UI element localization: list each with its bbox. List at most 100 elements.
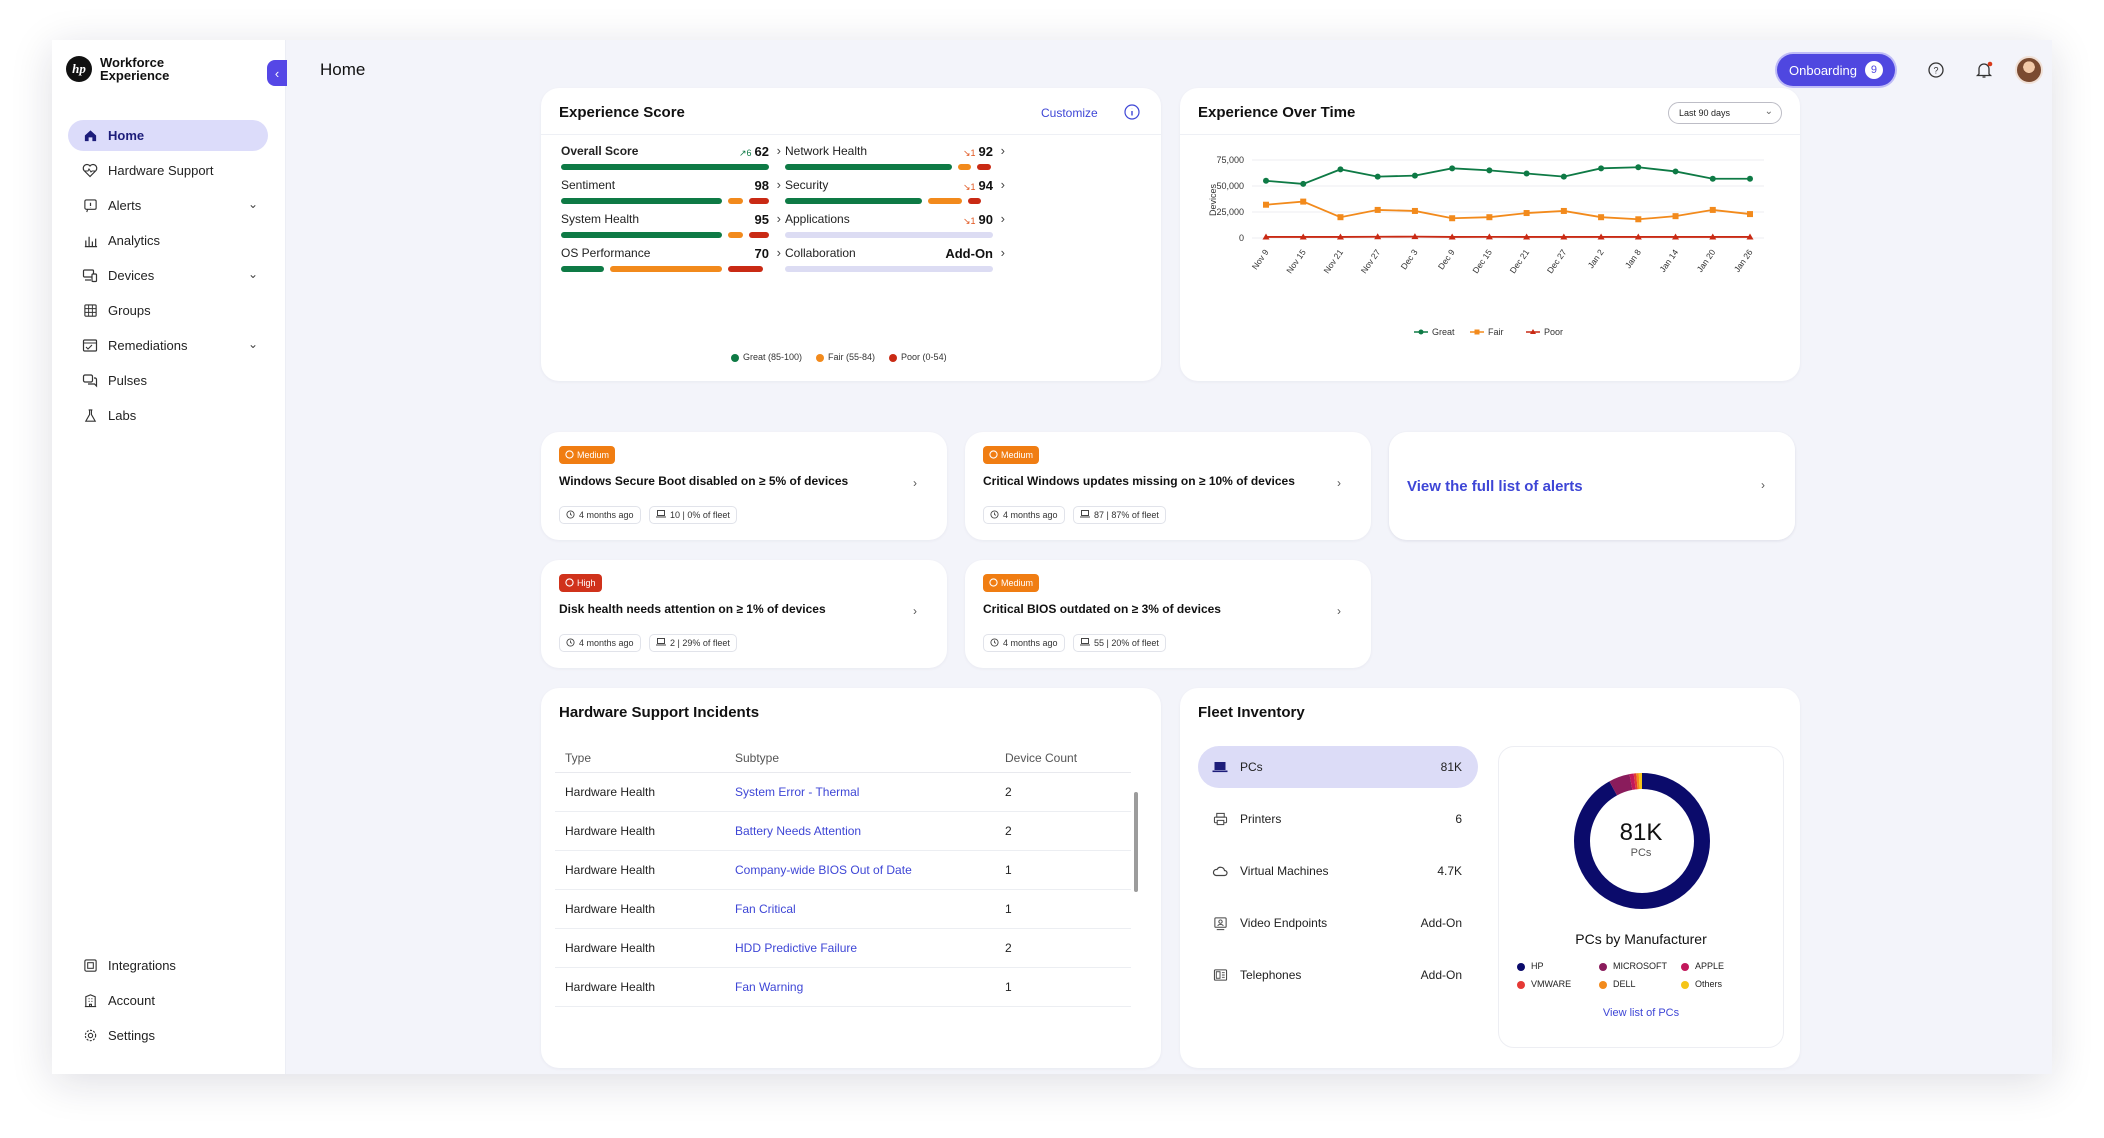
incident-subtype-link[interactable]: Fan Warning <box>725 967 995 1007</box>
collapse-sidebar-button[interactable]: ‹ <box>267 60 287 86</box>
table-row[interactable]: Hardware Health Battery Needs Attention 2 <box>555 811 1131 851</box>
score-metric-os-performance[interactable]: OS Performance 70 › <box>559 245 781 288</box>
chevron-down-icon[interactable]: ⌄ <box>248 267 258 281</box>
info-icon[interactable] <box>1124 104 1140 120</box>
x-tick-label: Dec 27 <box>1545 247 1569 275</box>
chart-legend-label: Fair <box>1488 327 1504 337</box>
column-header[interactable]: Device Count <box>995 744 1131 773</box>
bar-segment <box>727 266 764 272</box>
data-point-fair[interactable] <box>1374 206 1381 213</box>
data-point-great[interactable] <box>1486 167 1493 174</box>
sidebar-item-integrations[interactable]: Integrations <box>68 950 268 981</box>
remediation-icon <box>82 338 98 354</box>
table-row[interactable]: Hardware Health System Error - Thermal 2 <box>555 772 1131 812</box>
y-tick-label: 0 <box>1239 233 1244 243</box>
sidebar-item-alerts[interactable]: Alerts ⌄ <box>68 190 268 221</box>
table-row[interactable]: Hardware Health Company-wide BIOS Out of … <box>555 850 1131 890</box>
sidebar-item-labs[interactable]: Labs <box>68 400 268 431</box>
table-row[interactable]: Hardware Health Fan Warning 1 <box>555 967 1131 1007</box>
sidebar-item-label: Hardware Support <box>108 163 214 178</box>
data-point-fair[interactable] <box>1411 207 1418 214</box>
fleet-item-virtual-machines[interactable]: Virtual Machines 4.7K <box>1198 850 1478 892</box>
devices-icon <box>82 268 98 284</box>
data-point-great[interactable] <box>1560 173 1567 180</box>
data-point-fair[interactable] <box>1523 210 1530 217</box>
data-point-great[interactable] <box>1635 164 1642 171</box>
data-point-great[interactable] <box>1747 175 1753 182</box>
notification-bell-icon[interactable] <box>1974 60 1994 80</box>
alert-card[interactable]: High Disk health needs attention on ≥ 1% … <box>541 560 947 668</box>
view-all-alerts-card[interactable]: View the full list of alerts › <box>1389 432 1795 540</box>
incident-subtype-link[interactable]: Fan Critical <box>725 889 995 929</box>
data-point-fair[interactable] <box>1747 211 1753 218</box>
alert-card[interactable]: Medium Critical Windows updates missing o… <box>965 432 1371 540</box>
view-pcs-link[interactable]: View list of PCs <box>1499 1007 1783 1019</box>
score-metric-collaboration[interactable]: Collaboration Add-On › <box>783 245 1005 288</box>
chevron-down-icon[interactable]: ⌄ <box>248 197 258 211</box>
chevron-down-icon[interactable]: ⌄ <box>248 337 258 351</box>
experience-over-time-title: Experience Over Time <box>1198 104 1356 121</box>
incident-device-count: 1 <box>995 889 1131 929</box>
data-point-great[interactable] <box>1709 175 1716 182</box>
data-point-great[interactable] <box>1374 173 1381 180</box>
sidebar-item-groups[interactable]: Groups <box>68 295 268 326</box>
column-header[interactable]: Type <box>555 744 725 773</box>
data-point-great[interactable] <box>1411 172 1418 179</box>
alert-card[interactable]: Medium Windows Secure Boot disabled on ≥ … <box>541 432 947 540</box>
data-point-fair[interactable] <box>1598 214 1605 221</box>
table-scrollbar[interactable] <box>1134 792 1138 892</box>
data-point-fair[interactable] <box>1263 201 1269 208</box>
data-point-fair[interactable] <box>1337 214 1344 221</box>
sidebar-item-settings[interactable]: Settings <box>68 1020 268 1051</box>
sidebar-item-hardware-support[interactable]: Hardware Support <box>68 155 268 186</box>
table-row[interactable]: Hardware Health Fan Critical 1 <box>555 889 1131 929</box>
data-point-fair[interactable] <box>1300 198 1307 205</box>
fleet-item-telephones[interactable]: Telephones Add-On <box>1198 954 1478 996</box>
data-point-fair[interactable] <box>1709 206 1716 213</box>
help-icon[interactable]: ? <box>1926 60 1946 80</box>
sidebar-item-account[interactable]: Account <box>68 985 268 1016</box>
incident-subtype-link[interactable]: Company-wide BIOS Out of Date <box>725 850 995 890</box>
sidebar-item-analytics[interactable]: Analytics <box>68 225 268 256</box>
sidebar-item-home[interactable]: Home <box>68 120 268 151</box>
fleet-item-value: Add-On <box>1420 916 1462 930</box>
data-point-great[interactable] <box>1672 168 1679 175</box>
metric-value-group: ↗6 62 <box>739 144 769 159</box>
data-point-fair[interactable] <box>1672 213 1679 220</box>
data-point-fair[interactable] <box>1635 216 1642 223</box>
sidebar-item-devices[interactable]: Devices ⌄ <box>68 260 268 291</box>
alert-card[interactable]: Medium Critical BIOS outdated on ≥ 3% of … <box>965 560 1371 668</box>
metric-value: 92 <box>978 144 993 159</box>
data-point-great[interactable] <box>1263 177 1269 184</box>
logo[interactable]: hp Workforce Experience <box>66 56 169 82</box>
column-header[interactable]: Subtype <box>725 744 995 773</box>
data-point-great[interactable] <box>1523 170 1530 177</box>
fleet-item-pcs[interactable]: PCs 81K <box>1198 746 1478 788</box>
user-avatar[interactable] <box>2015 56 2043 84</box>
incident-subtype-link[interactable]: System Error - Thermal <box>725 772 995 812</box>
x-tick-label: Dec 3 <box>1399 247 1420 271</box>
data-point-fair[interactable] <box>1449 215 1456 222</box>
incident-subtype-link[interactable]: HDD Predictive Failure <box>725 928 995 968</box>
bar-segment <box>561 232 722 238</box>
customize-link[interactable]: Customize <box>1041 106 1098 120</box>
data-point-great[interactable] <box>1598 165 1605 172</box>
fleet-item-label: Printers <box>1240 812 1282 826</box>
date-range-select[interactable]: Last 90 days ⌄ <box>1668 102 1782 124</box>
metric-value-group: 95 <box>755 212 769 227</box>
data-point-great[interactable] <box>1300 180 1307 187</box>
data-point-great[interactable] <box>1337 166 1344 173</box>
sidebar-item-label: Labs <box>108 408 137 423</box>
sidebar-item-pulses[interactable]: Pulses <box>68 365 268 396</box>
view-all-alerts-link[interactable]: View the full list of alerts <box>1407 478 1583 495</box>
table-row[interactable]: Hardware Health HDD Predictive Failure 2 <box>555 928 1131 968</box>
fleet-item-video-endpoints[interactable]: Video Endpoints Add-On <box>1198 902 1478 944</box>
data-point-fair[interactable] <box>1560 207 1567 214</box>
data-point-great[interactable] <box>1449 165 1456 172</box>
incident-subtype-link[interactable]: Battery Needs Attention <box>725 811 995 851</box>
onboarding-button[interactable]: Onboarding 9 <box>1777 54 1895 86</box>
data-point-fair[interactable] <box>1486 214 1493 221</box>
fleet-item-printers[interactable]: Printers 6 <box>1198 798 1478 840</box>
table-header-row: Type Subtype Device Count <box>555 744 1131 773</box>
sidebar-item-remediations[interactable]: Remediations ⌄ <box>68 330 268 361</box>
